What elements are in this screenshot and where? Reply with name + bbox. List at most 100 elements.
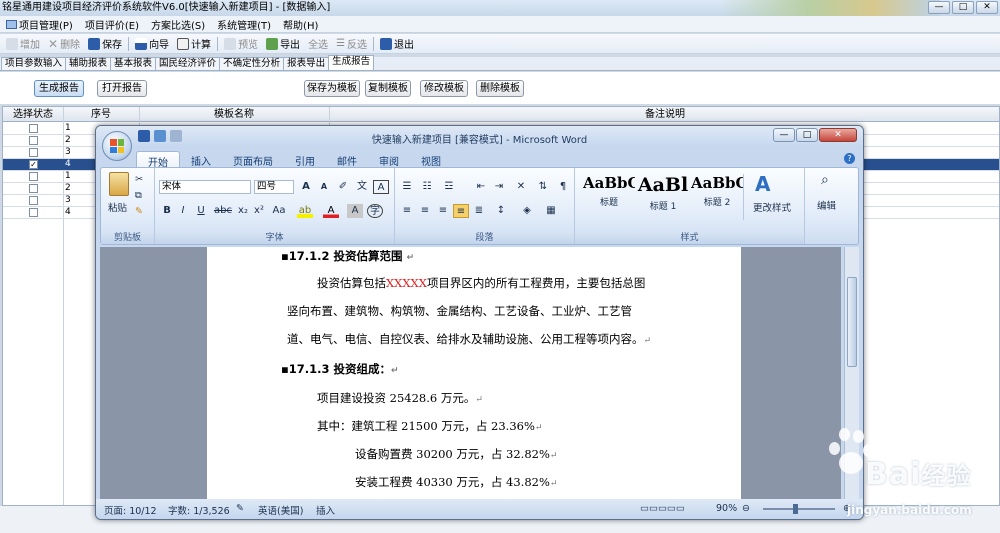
grow-font-icon[interactable]: A <box>298 180 314 194</box>
vertical-scrollbar[interactable] <box>844 247 859 499</box>
phonetic-guide-icon[interactable]: 文 <box>354 180 370 194</box>
menu-system-manage[interactable]: 系统管理(T) <box>217 17 271 32</box>
exit-button[interactable]: 退出 <box>378 36 416 51</box>
office-button[interactable] <box>102 131 132 161</box>
font-size-select[interactable]: 四号 <box>254 180 294 194</box>
minimize-button[interactable]: — <box>928 1 950 14</box>
edit-template-button[interactable]: 修改模板 <box>420 80 468 97</box>
change-case-icon[interactable]: Aa <box>269 204 289 218</box>
subscript-icon[interactable]: x₂ <box>235 204 251 218</box>
superscript-icon[interactable]: x² <box>251 204 267 218</box>
page-indicator[interactable]: 页面: 10/12 <box>104 503 157 517</box>
col-name[interactable]: 模板名称 <box>139 107 329 122</box>
add-button[interactable]: 增加 <box>4 36 42 51</box>
wizard-button[interactable]: 向导 <box>133 36 171 51</box>
menu-scheme-compare[interactable]: 方案比选(S) <box>151 17 205 32</box>
row-checkbox[interactable] <box>29 196 38 205</box>
shading-icon[interactable]: ◈ <box>519 204 535 218</box>
distribute-icon[interactable]: ≣ <box>471 204 487 218</box>
style-title[interactable]: AaBbC( 标题 <box>583 174 635 220</box>
save-icon[interactable] <box>138 130 150 142</box>
document-page[interactable]: ▪17.1.2 投资估算范围 ↵ 投资估算包括XXXXX项目界区内的所有工程费用… <box>207 247 741 499</box>
row-checkbox[interactable] <box>29 172 38 181</box>
copy-icon[interactable]: ⧉ <box>135 190 142 201</box>
zoom-slider[interactable] <box>763 504 835 514</box>
copy-template-button[interactable]: 复制模板 <box>365 80 411 97</box>
bold-icon[interactable]: B <box>159 204 175 218</box>
row-checkbox[interactable] <box>29 208 38 217</box>
scroll-thumb[interactable] <box>847 277 857 367</box>
numbering-icon[interactable]: ☷ <box>419 180 435 194</box>
line-spacing-icon[interactable]: ↕ <box>493 204 509 218</box>
clear-format-icon[interactable]: ✐ <box>335 180 351 194</box>
help-icon[interactable]: ? <box>844 153 855 164</box>
zoom-in-icon[interactable]: ⊕ <box>843 503 851 514</box>
word-minimize-button[interactable]: — <box>773 128 795 142</box>
proofing-icon[interactable]: ✎ <box>236 503 244 514</box>
align-left-icon[interactable]: ≡ <box>399 204 415 218</box>
row-checkbox[interactable] <box>29 124 38 133</box>
undo-icon[interactable] <box>154 130 166 142</box>
align-right-icon[interactable]: ≡ <box>435 204 451 218</box>
editing-button[interactable]: 编辑 <box>817 198 836 212</box>
generate-report-button[interactable]: 生成报告 <box>34 80 84 97</box>
char-border-icon[interactable]: A <box>373 180 389 194</box>
preview-button[interactable]: 预览 <box>222 36 260 51</box>
maximize-button[interactable]: □ <box>952 1 974 14</box>
menu-help[interactable]: 帮助(H) <box>283 17 318 32</box>
cut-icon[interactable]: ✂ <box>135 174 143 185</box>
font-name-select[interactable]: 宋体 <box>159 180 251 194</box>
paste-button[interactable]: 粘贴 <box>108 200 127 214</box>
justify-icon[interactable]: ≡ <box>453 204 469 218</box>
tab-uncertainty[interactable]: 不确定性分析 <box>219 57 285 70</box>
word-count[interactable]: 字数: 1/3,526 <box>168 503 230 517</box>
multilevel-list-icon[interactable]: ☲ <box>441 180 457 194</box>
col-no[interactable]: 序号 <box>63 107 139 122</box>
col-note[interactable]: 备注说明 <box>329 107 1000 122</box>
word-close-button[interactable]: ✕ <box>819 128 857 142</box>
select-all-button[interactable]: 全选 <box>306 36 330 51</box>
col-select[interactable]: 选择状态 <box>3 107 63 122</box>
tab-generate-report[interactable]: 生成报告 <box>328 55 375 70</box>
tab-project-params[interactable]: 项目参数输入 <box>1 57 67 70</box>
tab-national-economy[interactable]: 国民经济评价 <box>155 57 221 70</box>
tab-aux-reports[interactable]: 辅助报表 <box>65 57 112 70</box>
invert-selection-button[interactable]: ☰ 反选 <box>334 36 369 51</box>
delete-template-button[interactable]: 删除模板 <box>476 80 524 97</box>
italic-icon[interactable]: I <box>175 204 191 218</box>
underline-icon[interactable]: U <box>193 204 209 218</box>
highlight-icon[interactable]: ab <box>297 204 313 218</box>
show-marks-icon[interactable]: ¶ <box>555 180 571 194</box>
view-buttons-icon[interactable]: ▭▭▭▭▭ <box>640 503 685 514</box>
delete-button[interactable]: ✕ 删除 <box>46 36 82 52</box>
export-button[interactable]: 导出 <box>264 36 302 51</box>
language-indicator[interactable]: 英语(美国) <box>258 503 303 517</box>
row-checkbox[interactable]: ✓ <box>29 160 38 169</box>
align-center-icon[interactable]: ≡ <box>417 204 433 218</box>
strikethrough-icon[interactable]: abc <box>213 204 233 218</box>
tab-basic-reports[interactable]: 基本报表 <box>110 57 157 70</box>
asian-layout-icon[interactable]: ✕ <box>513 180 529 194</box>
style-heading-2[interactable]: AaBbC 标题 2 <box>691 174 743 220</box>
save-button[interactable]: 保存 <box>86 36 124 51</box>
save-template-button[interactable]: 保存为模板 <box>304 80 360 97</box>
enclose-char-icon[interactable]: 字 <box>367 204 383 218</box>
calc-button[interactable]: 计算 <box>175 36 213 51</box>
redo-icon[interactable] <box>170 130 182 142</box>
insert-mode-indicator[interactable]: 插入 <box>316 503 335 517</box>
open-report-button[interactable]: 打开报告 <box>97 80 147 97</box>
format-painter-icon[interactable]: ✎ <box>135 206 143 217</box>
zoom-out-icon[interactable]: ⊖ <box>742 503 750 514</box>
zoom-slider-thumb[interactable] <box>793 504 798 514</box>
row-checkbox[interactable] <box>29 136 38 145</box>
font-color-icon[interactable]: A <box>323 204 339 218</box>
word-maximize-button[interactable]: □ <box>796 128 818 142</box>
sort-icon[interactable]: ⇅ <box>535 180 551 194</box>
menu-project-evaluate[interactable]: 项目评价(E) <box>85 17 139 32</box>
increase-indent-icon[interactable]: ⇥ <box>491 180 507 194</box>
close-button[interactable]: ✕ <box>976 1 998 14</box>
borders-icon[interactable]: ▦ <box>543 204 559 218</box>
row-checkbox[interactable] <box>29 184 38 193</box>
tab-report-export[interactable]: 报表导出 <box>283 57 330 70</box>
menu-project-manage[interactable]: 项目管理(P) <box>6 17 73 32</box>
